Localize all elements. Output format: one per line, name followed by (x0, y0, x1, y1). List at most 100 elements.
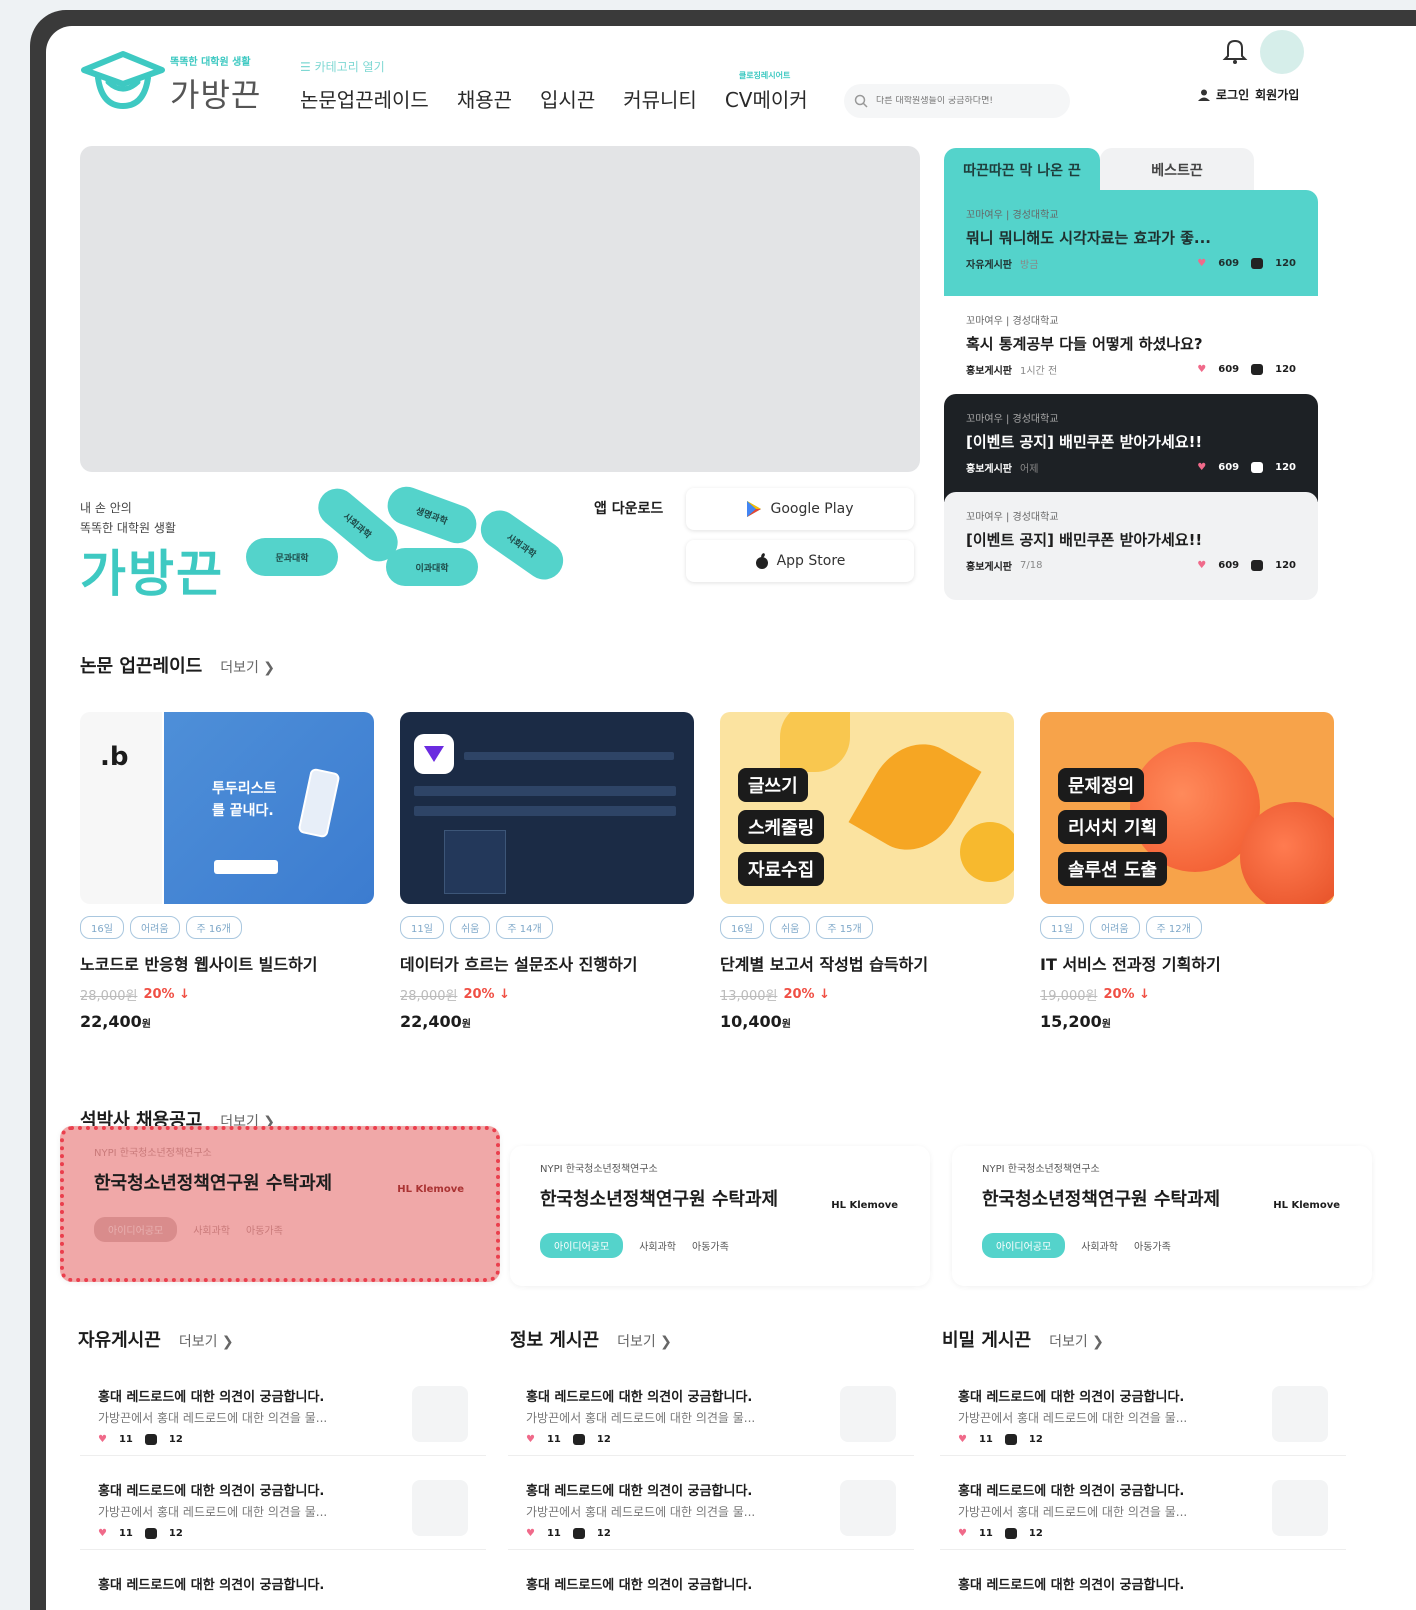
course-price: 22,400원 (400, 1012, 471, 1031)
graduation-cap-logo-icon[interactable] (80, 48, 166, 112)
tab-best-posts[interactable]: 베스트끈 (1100, 148, 1254, 192)
more-link[interactable]: 더보기 ❯ (1049, 1331, 1104, 1351)
section-title-info-board: 정보 게시끈 더보기 ❯ (510, 1330, 672, 1351)
course-price: 22,400원 (80, 1012, 151, 1031)
cv-maker-badge: 클로징레시어트 (738, 71, 791, 80)
course-card[interactable]: 문제정의 리서치 기획 솔루션 도출 11일 어려움 주 12개 IT 서비스 전과… (1040, 712, 1334, 1031)
hero-banner[interactable] (80, 146, 920, 472)
comment-icon (1251, 258, 1264, 269)
post-thumbnail (840, 1480, 896, 1536)
tab-new-posts[interactable]: 따끈따끈 막 나온 끈 (944, 148, 1100, 192)
comment-icon (572, 1528, 585, 1539)
job-card[interactable]: NYPI 한국청소년정책연구소 한국청소년정책연구원 수탁과제 HL Klemo… (60, 1126, 500, 1282)
course-thumbnail: 글쓰기 스케줄링 자료수집 (720, 712, 1014, 904)
course-title: 노코드로 반응형 웹사이트 빌드하기 (80, 955, 318, 974)
heart-icon: ♥ (1197, 462, 1207, 473)
board-post[interactable]: 홍대 레드로드에 대한 의견이 궁금합니다. 가방끈에서 홍대 레드로드에 대한 … (508, 1372, 914, 1456)
app-screen: 똑똑한 대학원 생활 가방끈 ☰ 카테고리 열기 논문업끈레이드 채용끈 입시끈… (46, 26, 1416, 1610)
course-thumbnail: 문제정의 리서치 기획 솔루션 도출 (1040, 712, 1334, 904)
comment-icon (144, 1528, 157, 1539)
job-card[interactable]: NYPI 한국청소년정책연구소 한국청소년정책연구원 수탁과제 HL Klemo… (510, 1146, 930, 1286)
auth-links: 로그인 회원가입 (1198, 86, 1299, 103)
more-link[interactable]: 더보기 ❯ (617, 1331, 672, 1351)
heart-icon: ♥ (98, 1528, 107, 1539)
course-thumbnail (400, 712, 694, 904)
google-play-icon (747, 501, 762, 517)
heart-icon: ♥ (958, 1528, 967, 1539)
comment-icon (144, 1434, 157, 1445)
side-post-card[interactable]: 꼬마여우 | 경성대학교 [이벤트 공지] 배민쿠폰 받아가세요!! 홍보게시판… (944, 492, 1318, 600)
board-post[interactable]: 홍대 레드로드에 대한 의견이 궁금합니다. 가방끈에서 홍대 레드로드에 대한 … (940, 1466, 1346, 1550)
nav-item-upgrade[interactable]: 논문업끈레이드 (300, 84, 429, 113)
course-price: 15,200원 (1040, 1012, 1111, 1031)
heart-icon: ♥ (526, 1528, 535, 1539)
heart-icon: ♥ (98, 1434, 107, 1445)
post-thumbnail (1272, 1386, 1328, 1442)
course-card[interactable]: 글쓰기 스케줄링 자료수집 16일 쉬움 주 15개 단계별 보고서 작성법 습득하… (720, 712, 1014, 1031)
category-toggle[interactable]: ☰ 카테고리 열기 (300, 58, 385, 75)
apple-icon (755, 553, 768, 569)
comment-icon (1251, 462, 1264, 473)
post-tabs: 따끈따끈 막 나온 끈 베스트끈 (944, 148, 1318, 192)
section-title-upgrade: 논문 업끈레이드 더보기 ❯ (80, 656, 276, 677)
post-thumbnail (1272, 1480, 1328, 1536)
login-link[interactable]: 로그인 (1216, 86, 1249, 103)
comment-icon (572, 1434, 585, 1445)
main-nav: 논문업끈레이드 채용끈 입시끈 커뮤니티 클로징레시어트 CV메이커 (300, 71, 808, 113)
board-post[interactable]: 홍대 레드로드에 대한 의견이 궁금합니다. 가방끈에서 홍대 레드로드에 대한 … (80, 1372, 486, 1456)
logo-slogan: 똑똑한 대학원 생활 (170, 57, 251, 68)
post-thumbnail (840, 1386, 896, 1442)
board-post[interactable]: 홍대 레드로드에 대한 의견이 궁금합니다. 가방끈에서 홍대 레드로드에 대한 … (80, 1466, 486, 1550)
app-download-title: 앱 다운로드 (594, 501, 664, 517)
board-post[interactable]: 홍대 레드로드에 대한 의견이 궁금합니다. (80, 1560, 486, 1610)
board-post[interactable]: 홍대 레드로드에 대한 의견이 궁금합니다. 가방끈에서 홍대 레드로드에 대한 … (508, 1466, 914, 1550)
notification-bell-icon[interactable] (1222, 36, 1248, 66)
promo-tagline: 내 손 안의 똑똑한 대학원 생활 (80, 501, 176, 535)
course-card[interactable]: .b 투두리스트 를 끝내다. 16일 어려움 주 16개 노코드로 반응형 웹사이트… (80, 712, 374, 1031)
course-thumbnail: .b 투두리스트 를 끝내다. (80, 712, 374, 904)
board-post[interactable]: 홍대 레드로드에 대한 의견이 궁금합니다. 가방끈에서 홍대 레드로드에 대한 … (940, 1372, 1346, 1456)
search-bar[interactable] (844, 84, 1070, 118)
app-store-button[interactable]: App Store (686, 540, 914, 582)
nav-item-community[interactable]: 커뮤니티 (623, 84, 697, 113)
heart-icon: ♥ (958, 1434, 967, 1445)
avatar[interactable] (1260, 30, 1304, 74)
board-post[interactable]: 홍대 레드로드에 대한 의견이 궁금합니다. (940, 1560, 1346, 1610)
category-pill[interactable]: 문과대학 (246, 538, 338, 576)
side-post-card[interactable]: 꼬마여우 | 경성대학교 혹시 통계공부 다들 어떻게 하셨나요? 홍보게시판 1… (944, 296, 1318, 404)
comment-icon (1004, 1434, 1017, 1445)
heart-icon: ♥ (526, 1434, 535, 1445)
logo-wordmark[interactable]: 가방끈 (170, 70, 261, 116)
board-post[interactable]: 홍대 레드로드에 대한 의견이 궁금합니다. (508, 1560, 914, 1610)
post-thumbnail (412, 1386, 468, 1442)
signup-link[interactable]: 회원가입 (1255, 86, 1299, 103)
category-pill[interactable]: 사회과학 (473, 503, 571, 587)
comment-icon (1251, 364, 1264, 375)
section-title-free-board: 자유게시끈 더보기 ❯ (78, 1330, 234, 1351)
course-title: 단계별 보고서 작성법 습득하기 (720, 955, 929, 974)
course-title: 데이터가 흐르는 설문조사 진행하기 (400, 955, 638, 974)
section-title-secret-board: 비밀 게시끈 더보기 ❯ (942, 1330, 1104, 1351)
promo-brand: 가방끈 (80, 545, 224, 603)
nav-item-admission[interactable]: 입시끈 (540, 84, 595, 113)
more-link[interactable]: 더보기 ❯ (220, 657, 275, 677)
heart-icon: ♥ (1197, 364, 1207, 375)
side-post-card[interactable]: 꼬마여우 | 경성대학교 [이벤트 공지] 배민쿠폰 받아가세요!! 홍보게시판… (944, 394, 1318, 502)
app-logo-icon (424, 746, 444, 762)
job-card[interactable]: NYPI 한국청소년정책연구소 한국청소년정책연구원 수탁과제 HL Klemo… (952, 1146, 1372, 1286)
more-link[interactable]: 더보기 ❯ (179, 1331, 234, 1351)
google-play-button[interactable]: Google Play (686, 488, 914, 530)
comment-icon (1004, 1528, 1017, 1539)
course-price: 10,400원 (720, 1012, 791, 1031)
side-post-card[interactable]: 꼬마여우 | 경성대학교 뭐니 뭐니해도 시각자료는 효과가 좋... 자유게시… (944, 190, 1318, 298)
heart-icon: ♥ (1197, 258, 1207, 269)
course-card[interactable]: 11일 쉬움 주 14개 데이터가 흐르는 설문조사 진행하기 28,000원 20%… (400, 712, 694, 1031)
nav-item-cv-maker[interactable]: 클로징레시어트 CV메이커 (725, 71, 808, 113)
search-input[interactable] (876, 96, 1066, 106)
course-title: IT 서비스 전과정 기획하기 (1040, 955, 1221, 974)
comment-icon (1251, 560, 1264, 571)
nav-item-jobs[interactable]: 채용끈 (457, 84, 512, 113)
user-icon (1198, 89, 1210, 101)
category-pill[interactable]: 이과대학 (386, 548, 478, 586)
company-logo: HL Klemove (831, 1200, 898, 1211)
